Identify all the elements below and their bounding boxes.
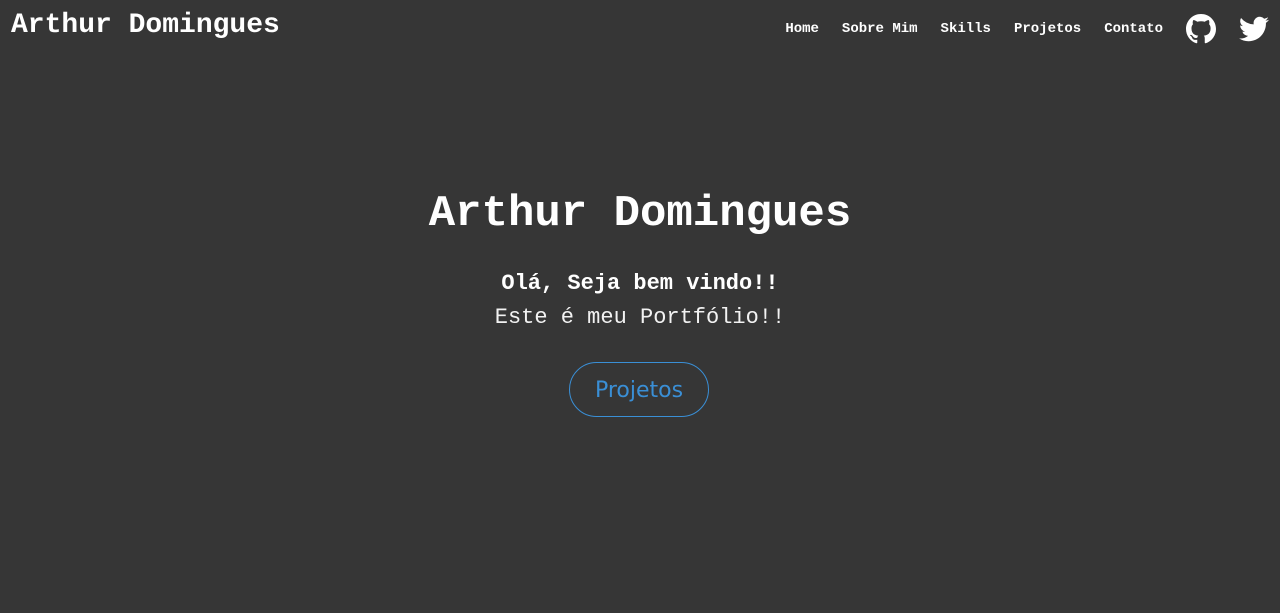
brand-logo-text[interactable]: Arthur Domingues: [11, 8, 280, 44]
nav-link-skills[interactable]: Skills: [941, 21, 991, 37]
nav-link-home[interactable]: Home: [785, 21, 819, 37]
twitter-icon[interactable]: [1239, 14, 1269, 44]
hero-subtitle: Este é meu Portfólio!!: [494, 305, 786, 330]
hero-greeting: Olá, Seja bem vindo!!: [501, 271, 779, 296]
github-icon[interactable]: [1186, 14, 1216, 44]
navbar: Arthur Domingues Home Sobre Mim Skills P…: [0, 0, 1280, 56]
nav-link-projetos[interactable]: Projetos: [1014, 21, 1081, 37]
nav-links: Home Sobre Mim Skills Projetos Contato: [785, 12, 1269, 46]
nav-link-contato[interactable]: Contato: [1104, 21, 1163, 37]
nav-link-sobre-mim[interactable]: Sobre Mim: [842, 21, 918, 37]
hero-title: Arthur Domingues: [428, 189, 852, 239]
projetos-button[interactable]: Projetos: [569, 362, 709, 417]
